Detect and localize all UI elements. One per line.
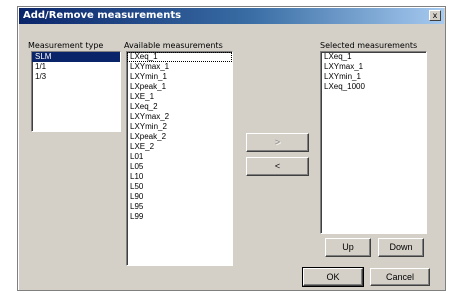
selected-measurement-item[interactable]: LXYmax_1 [321,62,426,72]
available-measurement-item[interactable]: LXE_2 [127,142,232,152]
ok-button[interactable]: OK [302,267,364,287]
selected-measurement-item[interactable]: LXYmin_1 [321,72,426,82]
measurement-type-label: Measurement type [28,41,104,50]
available-measurement-item[interactable]: LXeq_1 [127,52,232,62]
measurement-type-item[interactable]: 1/3 [32,72,120,82]
available-measurement-item[interactable]: LXE_1 [127,92,232,102]
cancel-button-label: Cancel [385,272,414,282]
add-arrow-label: > [274,137,281,147]
selected-measurement-item[interactable]: LXeq_1000 [321,82,426,92]
add-remove-measurements-dialog: Add/Remove measurements x Measurement ty… [17,6,446,291]
close-icon: x [432,11,438,20]
available-measurement-item[interactable]: L90 [127,192,232,202]
available-measurement-item[interactable]: LXpeak_2 [127,132,232,142]
available-measurement-item[interactable]: LXYmax_2 [127,112,232,122]
available-measurement-item[interactable]: LXeq_2 [127,102,232,112]
available-measurement-item[interactable]: L05 [127,162,232,172]
available-measurement-item[interactable]: L01 [127,152,232,162]
measurement-type-item[interactable]: 1/1 [32,62,120,72]
available-measurement-item[interactable]: L95 [127,202,232,212]
available-measurement-item[interactable]: LXYmin_1 [127,72,232,82]
available-measurements-list[interactable]: LXeq_1 LXYmax_1 LXYmin_1 LXpeak_1 LXE_1 LXeq_… [126,51,233,266]
down-button-label: Down [389,242,413,252]
dialog-title: Add/Remove measurements [23,10,182,21]
up-button[interactable]: Up [325,238,371,257]
remove-arrow-label: < [274,161,281,171]
available-measurement-item[interactable]: L99 [127,212,232,222]
up-button-label: Up [342,242,354,252]
available-measurement-item[interactable]: L50 [127,182,232,192]
available-measurement-item[interactable]: L10 [127,172,232,182]
available-measurement-item[interactable]: LXpeak_1 [127,82,232,92]
ok-button-label: OK [326,272,340,282]
remove-measurement-button[interactable]: < [246,157,309,176]
title-bar: Add/Remove measurements x [19,8,444,24]
selected-measurements-list[interactable]: LXeq_1 LXYmax_1 LXYmin_1 LXeq_1000 [320,51,427,234]
available-measurement-item[interactable]: LXYmax_1 [127,62,232,72]
add-measurement-button[interactable]: > [246,133,309,152]
measurement-type-list[interactable]: SLM 1/1 1/3 [31,51,121,132]
cancel-button[interactable]: Cancel [370,268,430,286]
measurement-type-item[interactable]: SLM [32,52,120,62]
selected-measurements-label: Selected measurements [320,41,418,50]
available-measurement-item[interactable]: LXYmin_2 [127,122,232,132]
selected-measurement-item[interactable]: LXeq_1 [321,52,426,62]
available-measurements-label: Available measurements [124,41,223,50]
down-button[interactable]: Down [378,238,424,257]
close-button[interactable]: x [429,10,441,21]
